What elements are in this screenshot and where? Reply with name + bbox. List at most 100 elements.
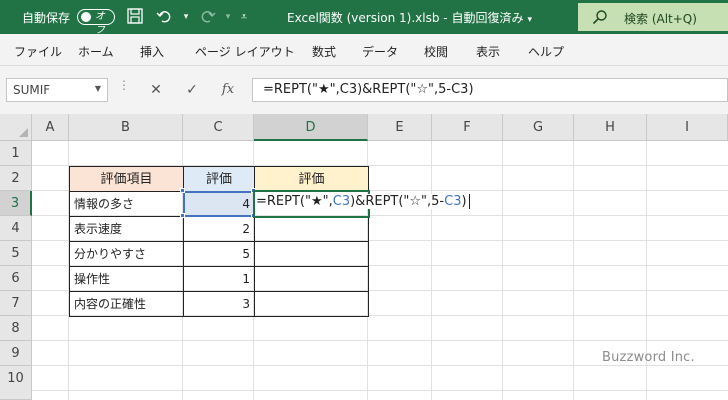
cell-d5[interactable] (254, 241, 369, 267)
gridline (32, 340, 728, 341)
tab-page-layout[interactable]: ページ レイアウト (195, 43, 295, 60)
column-header-h[interactable]: H (574, 114, 647, 141)
search-box[interactable]: 検索 (Alt+Q) (578, 3, 728, 31)
text-cursor (468, 194, 470, 209)
header-item: 評価項目 (100, 172, 153, 187)
range-handle[interactable] (180, 188, 185, 193)
cell-b3[interactable]: 情報の多さ (69, 191, 184, 217)
cell-b7[interactable]: 内容の正確性 (69, 291, 184, 317)
enter-icon[interactable]: ✓ (177, 78, 207, 102)
header-rating: 評価 (298, 172, 325, 187)
tab-home[interactable]: ホーム (78, 43, 114, 60)
tab-file[interactable]: ファイル (14, 43, 62, 60)
insert-function-icon[interactable]: fx (213, 78, 243, 102)
cell-reference: C3 (444, 194, 462, 209)
chevron-down-icon: ▾ (527, 15, 532, 25)
formula-bar: SUMIF ▼ ⋮ ✕ ✓ fx =REPT("★",C3)&REPT("☆",… (0, 66, 728, 114)
tab-insert[interactable]: 挿入 (140, 43, 164, 60)
column-header-e[interactable]: E (368, 114, 432, 141)
autosave-toggle[interactable]: オフ (77, 9, 115, 36)
formula-text: =REPT("★",C3)&REPT("☆",5-C3) (263, 82, 474, 97)
column-header-i[interactable]: I (647, 114, 728, 141)
gridline (32, 365, 728, 366)
title-bar: 自動保存 オフ ▾ ▾ ⩡ Excel関数 (version 1).xlsb -… (0, 0, 728, 36)
in-cell-editor[interactable]: =REPT("★",C3)&REPT("☆",5-C3) (256, 194, 472, 209)
score-value: 5 (242, 247, 250, 261)
more-icon[interactable]: ⋮ (118, 79, 130, 91)
undo-icon[interactable] (156, 7, 176, 27)
cell-b6[interactable]: 操作性 (69, 266, 184, 292)
row-header-10[interactable]: 10 (0, 366, 32, 400)
cell-d4[interactable] (254, 216, 369, 242)
document-title[interactable]: Excel関数 (version 1).xlsb - 自動回復済み ▾ (287, 9, 532, 26)
ribbon-tabs: ファイル ホーム 挿入 ページ レイアウト 数式 データ 校閲 表示 ヘルプ (0, 34, 728, 66)
column-header-f[interactable]: F (432, 114, 503, 141)
chevron-down-icon[interactable]: ▼ (95, 84, 101, 93)
item-label: 分かりやすさ (74, 247, 147, 261)
cell-c4[interactable]: 2 (183, 216, 255, 242)
gridline (32, 390, 728, 391)
undo-dropdown-icon[interactable]: ▾ (176, 7, 196, 27)
customize-toolbar-icon[interactable]: ⩡ (234, 7, 254, 27)
score-value: 1 (242, 272, 250, 286)
gridline (431, 141, 432, 400)
cell-b2[interactable]: 評価項目 (69, 166, 184, 192)
item-label: 情報の多さ (74, 197, 135, 211)
cell-b5[interactable]: 分かりやすさ (69, 241, 184, 267)
tab-data[interactable]: データ (362, 43, 398, 60)
formula-part: =REPT("★", (256, 194, 333, 209)
cell-b4[interactable]: 表示速度 (69, 216, 184, 242)
cell-d2[interactable]: 評価 (254, 166, 369, 192)
item-label: 内容の正確性 (74, 297, 147, 311)
select-all-button[interactable] (0, 114, 32, 141)
score-value: 3 (242, 297, 250, 311)
column-header-a[interactable]: A (32, 114, 69, 141)
gridline (573, 141, 574, 400)
select-all-icon (19, 128, 28, 137)
row-header-6[interactable]: 6 (0, 266, 32, 291)
column-header-b[interactable]: B (69, 114, 183, 141)
row-header-1[interactable]: 1 (0, 141, 32, 166)
column-header-d[interactable]: D (254, 114, 368, 141)
header-score: 評価 (205, 172, 232, 187)
cell-reference: C3 (332, 194, 351, 209)
cell-c6[interactable]: 1 (183, 266, 255, 292)
save-icon[interactable] (126, 7, 146, 27)
row-header-7[interactable]: 7 (0, 291, 32, 316)
tab-review[interactable]: 校閲 (424, 43, 448, 60)
cell-c2[interactable]: 評価 (183, 166, 255, 192)
watermark: Buzzword Inc. (602, 350, 695, 365)
column-header-g[interactable]: G (503, 114, 574, 141)
name-box-value: SUMIF (13, 83, 51, 97)
formula-part: ) (461, 194, 467, 209)
cell-c5[interactable]: 5 (183, 241, 255, 267)
cell-d7[interactable] (254, 291, 369, 317)
row-header-4[interactable]: 4 (0, 216, 32, 241)
row-header-2[interactable]: 2 (0, 166, 32, 191)
name-box[interactable]: SUMIF ▼ (6, 78, 108, 102)
item-label: 表示速度 (74, 222, 123, 236)
search-placeholder: 検索 (Alt+Q) (624, 12, 697, 26)
item-label: 操作性 (74, 272, 111, 286)
row-header-5[interactable]: 5 (0, 241, 32, 266)
range-handle[interactable] (180, 213, 185, 218)
tab-help[interactable]: ヘルプ (528, 43, 564, 60)
search-icon (592, 9, 608, 28)
redo-icon[interactable] (198, 7, 218, 27)
toggle-knob (81, 12, 91, 22)
row-header-9[interactable]: 9 (0, 341, 32, 366)
reference-highlight (183, 191, 255, 217)
tab-view[interactable]: 表示 (476, 43, 500, 60)
row-header-3[interactable]: 3 (0, 191, 32, 216)
formula-part: )&REPT("☆",5- (350, 194, 445, 209)
cell-d6[interactable] (254, 266, 369, 292)
autosave-label: 自動保存 (22, 11, 71, 25)
gridline (502, 141, 503, 400)
cell-c7[interactable]: 3 (183, 291, 255, 317)
column-header-c[interactable]: C (183, 114, 254, 141)
cancel-icon[interactable]: ✕ (141, 78, 171, 102)
document-title-text: Excel関数 (version 1).xlsb - 自動回復済み (287, 11, 524, 25)
tab-formulas[interactable]: 数式 (312, 43, 336, 60)
formula-input[interactable]: =REPT("★",C3)&REPT("☆",5-C3) (252, 78, 728, 102)
row-header-8[interactable]: 8 (0, 316, 32, 341)
